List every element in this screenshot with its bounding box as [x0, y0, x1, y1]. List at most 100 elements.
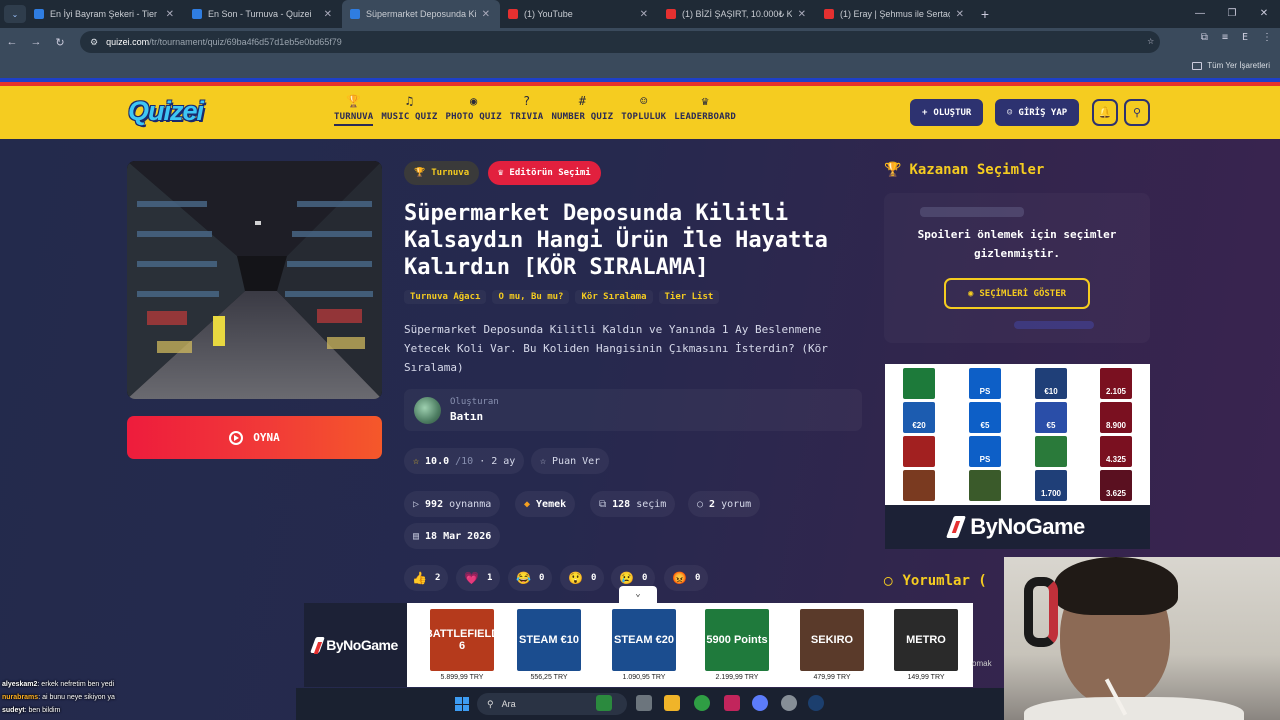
bookmark-star-icon[interactable]: ☆ [1147, 34, 1154, 47]
reload-button[interactable]: ↻ [48, 36, 72, 49]
ad-product-tile[interactable]: 3.625 [1100, 470, 1132, 501]
sidebar-ad[interactable]: PS €10 2.105 €20 €5 €5 8.900 PS 4.325 1.700 3.625 … [885, 364, 1150, 549]
reaction-button[interactable]: 😂 0 [508, 565, 553, 591]
discord-icon[interactable] [752, 695, 768, 711]
bottom-ad[interactable]: ByNoGame BATTLEFIELD 6 5.899,99 TRY STEAM … [304, 603, 973, 687]
url-field[interactable]: ⚙ quizei.com/tr/tournament/quiz/69ba4f6d… [80, 31, 1160, 53]
settings-icon[interactable] [781, 695, 797, 711]
comments-pill[interactable]: ○ 2 yorum [688, 491, 761, 517]
widgets-icon[interactable] [596, 695, 612, 711]
close-tab-icon[interactable]: ✕ [482, 9, 490, 20]
chat-user: alyeskam2 [2, 681, 38, 688]
ad-product-tile[interactable]: €5 [969, 402, 1001, 433]
crown-icon: ♛ [498, 168, 504, 178]
ad-product[interactable]: STEAM €10 556,25 TRY [517, 609, 581, 681]
rate-button[interactable]: ☆ Puan Ver [531, 448, 610, 474]
ad-product-tile[interactable] [903, 436, 935, 467]
comments-label: yorum [721, 498, 752, 510]
product-image: 5900 Points [705, 609, 769, 671]
ad-product[interactable]: BATTLEFIELD 6 5.899,99 TRY [425, 609, 499, 681]
product-image: STEAM €20 [612, 609, 676, 671]
browser-tab[interactable]: (1) YouTube ✕ [500, 0, 658, 28]
ad-product-tile[interactable]: €5 [1035, 402, 1067, 433]
ad-product-tile[interactable]: 4.325 [1100, 436, 1132, 467]
create-button[interactable]: + OLUŞTUR [910, 99, 984, 126]
webcam-overlay [1004, 557, 1280, 720]
blurred-winner [1014, 321, 1094, 329]
nav-item[interactable]: ♫ MUSIC QUIZ [377, 94, 441, 132]
close-tab-icon[interactable]: ✕ [640, 9, 648, 20]
browser-menu-icon[interactable]: ⋮ [1262, 32, 1272, 43]
reaction-count: 2 [434, 573, 441, 583]
show-choices-button[interactable]: ◉ SEÇİMLERİ GÖSTER [944, 278, 1090, 309]
editors-choice-label: Editörün Seçimi [509, 168, 591, 178]
file-explorer-icon[interactable] [664, 695, 680, 711]
nav-item[interactable]: ☺ TOPLULUK [617, 94, 670, 132]
ad-product[interactable]: SEKIRO 479,99 TRY [800, 609, 864, 681]
ad-product-tile[interactable]: PS [969, 436, 1001, 467]
ad-product-tile[interactable]: 2.105 [1100, 368, 1132, 399]
nav-item[interactable]: # NUMBER QUIZ [547, 94, 617, 132]
reading-list-icon[interactable]: ≡ [1222, 32, 1228, 43]
ad-product[interactable]: STEAM €20 1.090,95 TRY [612, 609, 676, 681]
new-tab-button[interactable]: + [974, 6, 996, 22]
maximize-button[interactable]: ❐ [1216, 0, 1248, 28]
close-tab-icon[interactable]: ✕ [798, 9, 806, 20]
forward-button[interactable]: → [24, 36, 48, 48]
nav-item[interactable]: ? TRIVIA [506, 94, 548, 132]
ad-product-tile[interactable] [1035, 436, 1067, 467]
ad-product-tile[interactable]: 1.700 [1035, 470, 1067, 501]
site-info-icon[interactable]: ⚙ [90, 37, 98, 48]
browser-tab[interactable]: Süpermarket Deposunda Kilitli … ✕ [342, 0, 500, 28]
app-icon[interactable] [724, 695, 740, 711]
task-view-icon[interactable] [636, 695, 652, 711]
close-window-button[interactable]: ✕ [1248, 0, 1280, 28]
windows-start-icon[interactable] [455, 697, 469, 711]
browser-tab[interactable]: (1) BİZİ ŞAŞIRT, 10.000₺ KAZAN … ✕ [658, 0, 816, 28]
author-card[interactable]: Oluşturan Batın [404, 389, 862, 431]
tab-search-button[interactable]: ⌄ [4, 5, 26, 23]
ad-product-tile[interactable]: €20 [903, 402, 935, 433]
collapse-ad-button[interactable]: ⌄ [619, 586, 657, 603]
quiz-tag[interactable]: Tier List [658, 290, 720, 304]
quiz-tag[interactable]: Turnuva Ağacı [404, 290, 487, 304]
ad-product-tile[interactable]: PS [969, 368, 1001, 399]
tab-favicon-icon [824, 9, 834, 19]
quiz-tag[interactable]: O mu, Bu mu? [492, 290, 570, 304]
notifications-button[interactable]: 🔔 [1092, 99, 1118, 126]
close-tab-icon[interactable]: ✕ [166, 9, 174, 20]
ad-product-tile[interactable]: 8.900 [1100, 402, 1132, 433]
browser-tab[interactable]: En İyi Bayram Şekeri - Tier List, … ✕ [26, 0, 184, 28]
steam-icon[interactable] [808, 695, 824, 711]
nav-item[interactable]: ♛ LEADERBOARD [670, 94, 740, 132]
ad-product-tile[interactable] [903, 470, 935, 501]
category-pill[interactable]: ◆ Yemek [515, 491, 576, 517]
reaction-button[interactable]: 😲 0 [560, 565, 605, 591]
play-button[interactable]: OYNA [127, 416, 382, 459]
ad-product-tile[interactable] [903, 368, 935, 399]
ad-product[interactable]: 5900 Points 2.199,99 TRY [705, 609, 769, 681]
close-tab-icon[interactable]: ✕ [956, 9, 964, 20]
back-button[interactable]: ← [0, 36, 24, 48]
all-bookmarks-button[interactable]: Tüm Yer İşaretleri [1192, 61, 1270, 70]
reaction-button[interactable]: 😡 0 [664, 565, 709, 591]
login-button[interactable]: ☺ GİRİŞ YAP [995, 99, 1080, 126]
site-search-button[interactable]: ⚲ [1124, 99, 1150, 126]
ad-product[interactable]: METRO 149,99 TRY [894, 609, 958, 681]
ad-product-tile[interactable] [969, 470, 1001, 501]
chat-text: : ai bunu neye sikiyon ya [38, 694, 115, 701]
extensions-icon[interactable]: ⧉ [1201, 32, 1208, 43]
reaction-button[interactable]: 👍 2 [404, 565, 449, 591]
browser-tab[interactable]: (1) Eray | Şehmus ile Sertaç[Efe… ✕ [816, 0, 974, 28]
reaction-button[interactable]: 💗 1 [456, 565, 501, 591]
minimize-button[interactable]: — [1184, 0, 1216, 28]
nav-item[interactable]: ◉ PHOTO QUIZ [442, 94, 506, 132]
close-tab-icon[interactable]: ✕ [324, 9, 332, 20]
browser-tab[interactable]: En Son - Turnuva - Quizei ✕ [184, 0, 342, 28]
ad-product-tile[interactable]: €10 [1035, 368, 1067, 399]
nav-item[interactable]: 🏆 TURNUVA [330, 94, 377, 132]
quiz-tag[interactable]: Kör Sıralama [575, 290, 653, 304]
site-logo[interactable]: Quizei [128, 96, 204, 127]
chrome-icon[interactable] [694, 695, 710, 711]
profile-icon[interactable]: E [1242, 32, 1248, 43]
